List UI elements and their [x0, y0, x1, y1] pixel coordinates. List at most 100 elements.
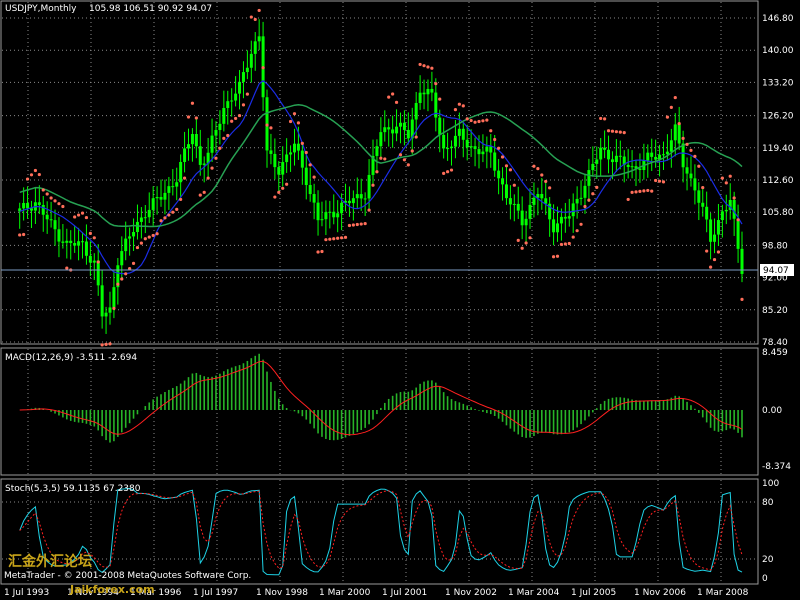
sar-dot — [49, 196, 53, 200]
sar-dot — [614, 130, 618, 134]
sar-dot — [92, 236, 96, 240]
sar-dot — [497, 146, 501, 150]
candle-body — [218, 123, 222, 130]
candle-body — [713, 234, 717, 242]
candle-body — [485, 146, 489, 152]
sar-dot — [575, 229, 579, 233]
candle-body — [155, 196, 159, 199]
candle-body — [100, 285, 104, 317]
sar-dot — [65, 266, 69, 270]
sar-dot — [422, 64, 426, 68]
candle-body — [481, 151, 485, 155]
watermark-url: Jaikforex.com — [69, 583, 155, 596]
candle-body — [638, 168, 642, 170]
candle-body — [563, 216, 567, 219]
time-tick-label: 1 Nov 2006 — [634, 588, 686, 598]
sar-dot — [273, 195, 277, 199]
stoch-tick-label: 100 — [762, 479, 779, 489]
candle-body — [489, 146, 493, 153]
candle-body — [591, 163, 595, 171]
sar-dot — [347, 223, 352, 228]
sar-dot — [603, 117, 607, 121]
candle-body — [73, 243, 77, 246]
sar-dot — [622, 131, 626, 135]
sar-dot — [532, 164, 536, 168]
sar-dot — [167, 213, 171, 217]
sar-dot — [508, 168, 512, 172]
sar-dot — [218, 146, 222, 150]
time-tick-label: 1 Mar 2004 — [508, 588, 560, 598]
stoch-label: Stoch(5,3,5) 59.1135 67.2380 — [5, 484, 141, 494]
sar-dot — [661, 180, 666, 184]
candle-body — [175, 182, 179, 187]
trading-chart[interactable]: 146.80 140.00 133.20 126.20 119.40 112.60 105.… — [0, 0, 800, 600]
candle-body — [269, 150, 273, 154]
sar-dot — [465, 117, 469, 121]
sar-dot — [359, 222, 363, 226]
candle-body — [661, 154, 665, 156]
candle-body — [465, 139, 469, 148]
price-candles — [18, 8, 744, 347]
sar-dot — [599, 116, 603, 121]
candle-body — [22, 202, 26, 209]
candle-body — [112, 287, 116, 308]
sar-dot — [512, 183, 516, 187]
sar-dot — [555, 254, 560, 258]
sar-dot — [701, 185, 705, 190]
sar-dot — [665, 115, 670, 119]
candle-body — [132, 232, 136, 237]
candle-body — [575, 198, 579, 204]
sar-dot — [720, 176, 724, 180]
price-tick-label: 78.40 — [762, 338, 788, 348]
sar-dot — [469, 118, 473, 123]
candle-body — [697, 190, 701, 203]
candle-body — [159, 196, 163, 200]
candle-body — [273, 153, 277, 168]
candle-body — [226, 101, 230, 108]
sar-dot — [241, 103, 246, 107]
candle-body — [406, 129, 410, 139]
candle-body — [359, 194, 363, 199]
sar-dot — [261, 66, 265, 70]
sar-dot — [571, 235, 575, 239]
sar-dot — [194, 116, 198, 120]
candle-body — [194, 134, 198, 147]
candle-body — [332, 211, 336, 218]
candle-body — [398, 122, 402, 127]
candle-body — [630, 166, 634, 168]
sar-dot — [438, 97, 442, 101]
sar-dot — [708, 265, 713, 269]
sar-dot — [398, 153, 403, 157]
candle-body — [167, 186, 171, 193]
candle-body — [391, 129, 395, 134]
sar-dot — [740, 297, 744, 301]
candle-body — [497, 170, 501, 179]
copyright-text: MetaTrader - © 2001-2008 MetaQuotes Soft… — [4, 571, 251, 581]
price-axis: 146.80 140.00 133.20 126.20 119.40 112.60 105.… — [762, 14, 794, 348]
candle-body — [395, 126, 399, 134]
candle-body — [556, 223, 559, 233]
sar-dot — [504, 164, 509, 168]
candle-body — [253, 41, 257, 54]
candle-body — [595, 159, 599, 164]
sar-dot — [732, 196, 736, 200]
sar-dot — [481, 119, 485, 123]
candle-body — [163, 192, 167, 200]
sar-dot — [685, 142, 689, 146]
candle-body — [426, 88, 430, 95]
candle-body — [422, 92, 426, 95]
stochastic-lines — [2, 487, 757, 576]
candle-body — [583, 185, 587, 198]
macd-tick-label: -8.374 — [762, 462, 791, 472]
candle-body — [183, 148, 187, 162]
candle-body — [316, 202, 320, 221]
candle-body — [442, 134, 446, 149]
candle-body — [508, 198, 512, 205]
candle-body — [210, 135, 214, 153]
candle-body — [289, 152, 293, 155]
candle-body — [234, 93, 238, 101]
candle-body — [108, 307, 112, 313]
candle-body — [732, 199, 736, 219]
candle-body — [599, 147, 603, 160]
time-tick-label: 1 Jul 2001 — [382, 588, 427, 598]
